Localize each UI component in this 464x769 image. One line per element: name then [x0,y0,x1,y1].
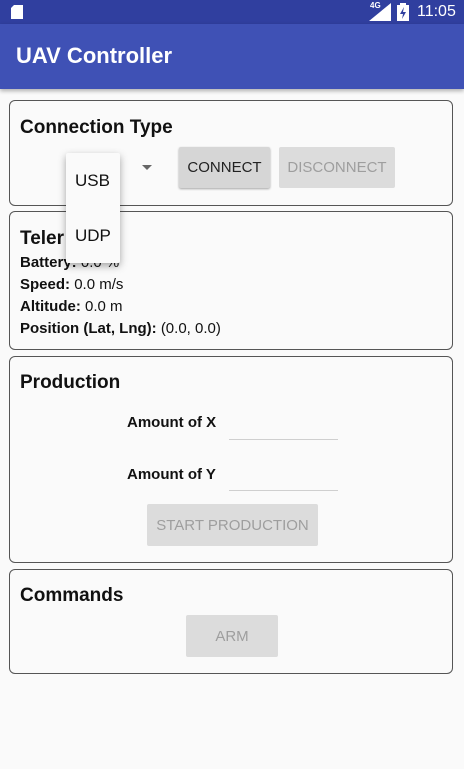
production-card: Production Amount of X Amount of Y START… [9,356,453,563]
commands-title: Commands [20,585,124,606]
connection-title: Connection Type [20,117,173,138]
position-label: Position (Lat, Lng): [20,320,157,337]
connect-button[interactable]: CONNECT [179,147,270,188]
speed-value: 0.0 m/s [74,276,124,293]
commands-card: Commands ARM [9,569,453,674]
altitude-label: Altitude: [20,298,81,315]
app-title: UAV Controller [16,43,173,68]
amount-y-input[interactable] [229,462,338,491]
dropdown-option-udp[interactable]: UDP [66,208,120,263]
network-type-label: 4G [370,1,381,10]
arm-button[interactable]: ARM [186,615,278,657]
production-title: Production [20,372,121,393]
speed-row: Speed: 0.0 m/s [20,276,123,293]
disconnect-button[interactable]: DISCONNECT [279,147,395,188]
amount-x-label: Amount of X [127,414,217,431]
amount-x-input[interactable] [229,411,338,440]
position-row: Position (Lat, Lng): (0.0, 0.0) [20,320,221,337]
speed-label: Speed: [20,276,71,293]
sd-card-icon [11,5,23,19]
amount-y-label: Amount of Y [127,466,216,483]
altitude-row: Altitude: 0.0 m [20,298,123,315]
battery-charging-icon [397,3,409,21]
clock: 11:05 [417,3,456,20]
dropdown-option-usb[interactable]: USB [66,153,120,208]
status-bar: 4G 11:05 [0,0,464,24]
dropdown-arrow-icon [142,165,152,170]
connection-type-dropdown: USB UDP [66,153,120,263]
app-bar: UAV Controller [0,24,464,89]
altitude-value: 0.0 m [85,298,123,315]
start-production-button[interactable]: START PRODUCTION [147,504,318,546]
position-value: (0.0, 0.0) [160,320,221,337]
telemetry-title: Teler [20,228,65,249]
